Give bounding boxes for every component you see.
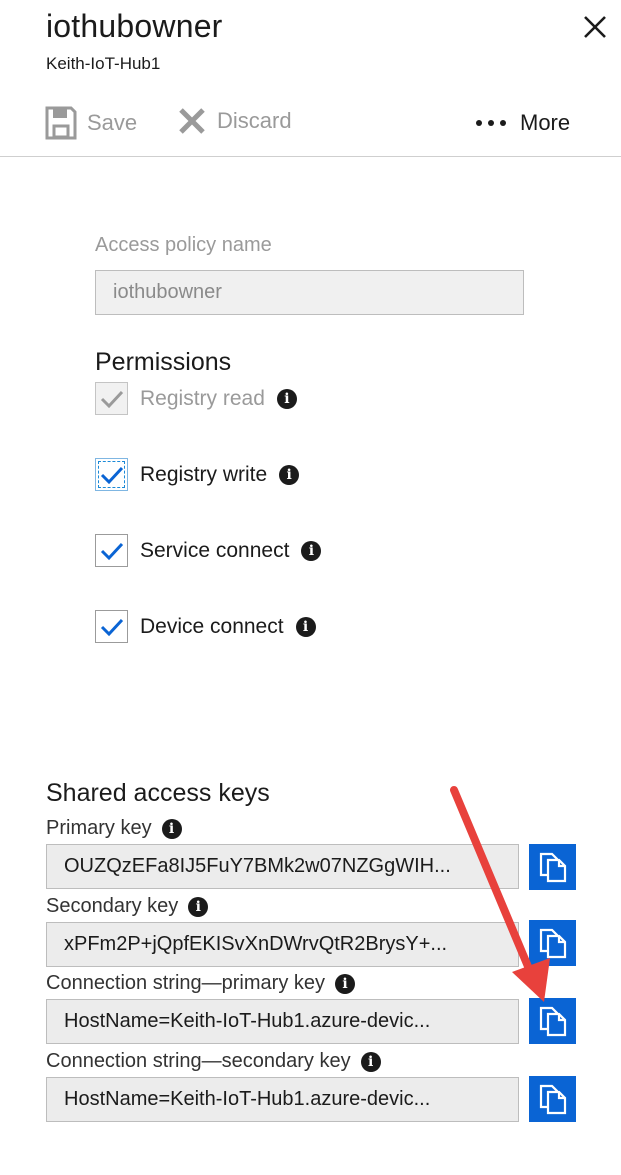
registry-read-checkbox <box>95 382 128 415</box>
blade-subtitle: Keith-IoT-Hub1 <box>46 54 161 73</box>
service-connect-checkbox[interactable] <box>95 534 128 567</box>
checkmark-icon <box>100 542 123 560</box>
info-icon[interactable]: i <box>188 896 209 917</box>
info-icon[interactable]: i <box>276 388 297 409</box>
device-connect-label: Device connect <box>140 614 284 638</box>
checkmark-icon <box>100 466 123 484</box>
info-icon[interactable]: i <box>301 540 322 561</box>
connection-string-secondary-label-text: Connection string—secondary key <box>46 1050 351 1072</box>
save-label: Save <box>87 110 138 135</box>
discard-label: Discard <box>217 108 292 133</box>
copy-connection-string-secondary-button[interactable] <box>529 1076 576 1122</box>
connection-string-primary-label: Connection string—primary key i <box>46 972 355 995</box>
shared-access-keys-title: Shared access keys <box>46 779 270 807</box>
info-icon[interactable]: i <box>279 464 300 485</box>
primary-key-label-text: Primary key <box>46 817 152 839</box>
info-icon[interactable]: i <box>295 616 316 637</box>
close-icon <box>584 16 606 38</box>
checkmark-icon <box>100 618 123 636</box>
service-connect-label: Service connect <box>140 538 290 562</box>
connection-string-secondary-field[interactable]: HostName=Keith-IoT-Hub1.azure-devic... <box>46 1077 519 1122</box>
ellipsis-icon <box>476 120 506 126</box>
discard-button[interactable]: Discard <box>177 106 292 136</box>
access-policy-name-label: Access policy name <box>95 234 272 256</box>
permission-service-connect[interactable]: Service connect i <box>95 534 322 567</box>
secondary-key-label: Secondary key i <box>46 895 209 918</box>
more-button[interactable]: More <box>474 110 570 136</box>
connection-string-secondary-label: Connection string—secondary key i <box>46 1050 381 1073</box>
registry-write-checkbox[interactable] <box>95 458 128 491</box>
info-icon[interactable]: i <box>335 973 355 994</box>
toolbar-divider <box>0 156 621 157</box>
connection-string-primary-label-text: Connection string—primary key <box>46 972 325 994</box>
annotation-arrow <box>450 786 550 1002</box>
info-icon[interactable]: i <box>161 818 182 839</box>
permission-registry-read: Registry read i <box>95 382 297 415</box>
device-connect-checkbox[interactable] <box>95 610 128 643</box>
close-button[interactable] <box>580 12 610 42</box>
copy-icon <box>539 1084 566 1115</box>
registry-read-label: Registry read <box>140 386 265 410</box>
secondary-key-label-text: Secondary key <box>46 895 179 917</box>
info-icon[interactable]: i <box>360 1051 381 1072</box>
save-icon <box>45 106 77 140</box>
access-policy-name-field: iothubowner <box>95 270 524 315</box>
permission-registry-write[interactable]: Registry write i <box>95 458 300 491</box>
blade-title: iothubowner <box>46 8 223 44</box>
checkmark-icon <box>100 390 123 408</box>
primary-key-label: Primary key i <box>46 817 182 840</box>
discard-icon <box>179 108 205 134</box>
permissions-title: Permissions <box>95 348 232 376</box>
permission-device-connect[interactable]: Device connect i <box>95 610 316 643</box>
save-button[interactable]: Save <box>45 106 137 140</box>
registry-write-label: Registry write <box>140 462 268 486</box>
more-label: More <box>520 110 571 135</box>
